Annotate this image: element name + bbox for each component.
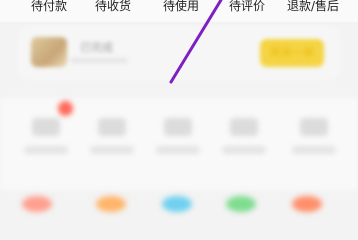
service-icon	[98, 118, 126, 136]
shortcut-icon[interactable]	[96, 196, 126, 212]
order-status-tabs: 待付款 待收货 待使用 待评价 退款/售后	[0, 0, 358, 22]
service-item[interactable]	[18, 118, 74, 172]
service-item[interactable]	[286, 118, 342, 172]
service-label	[222, 146, 266, 154]
service-icon	[164, 118, 192, 136]
service-item[interactable]	[216, 118, 272, 172]
service-item[interactable]	[150, 118, 206, 172]
service-label	[156, 146, 200, 154]
shortcut-icon[interactable]	[162, 196, 192, 212]
shortcut-icon[interactable]	[226, 196, 256, 212]
tab-pending-receipt[interactable]: 待收货	[95, 0, 131, 13]
service-label	[90, 146, 134, 154]
order-subtitle-placeholder	[70, 58, 128, 63]
service-label	[292, 146, 336, 154]
order-card[interactable]: 已完成 再来一单	[18, 26, 340, 80]
bottom-shortcuts-row	[0, 196, 358, 212]
tab-refund-after-sales[interactable]: 退款/售后	[287, 0, 339, 13]
reorder-button[interactable]: 再来一单	[260, 39, 324, 67]
service-label	[24, 146, 68, 154]
order-status-label: 已完成	[80, 41, 113, 54]
service-icon	[300, 118, 328, 136]
notification-badge	[58, 101, 73, 116]
service-icon	[32, 118, 60, 136]
service-item[interactable]	[84, 118, 140, 172]
tab-pending-payment[interactable]: 待付款	[31, 0, 67, 13]
tab-pending-review[interactable]: 待评价	[229, 0, 265, 13]
shortcut-icon[interactable]	[22, 196, 52, 212]
product-thumbnail	[31, 37, 67, 67]
service-icon	[230, 118, 258, 136]
tab-pending-use[interactable]: 待使用	[163, 0, 199, 13]
services-panel	[0, 98, 358, 190]
shortcut-icon[interactable]	[292, 196, 322, 212]
